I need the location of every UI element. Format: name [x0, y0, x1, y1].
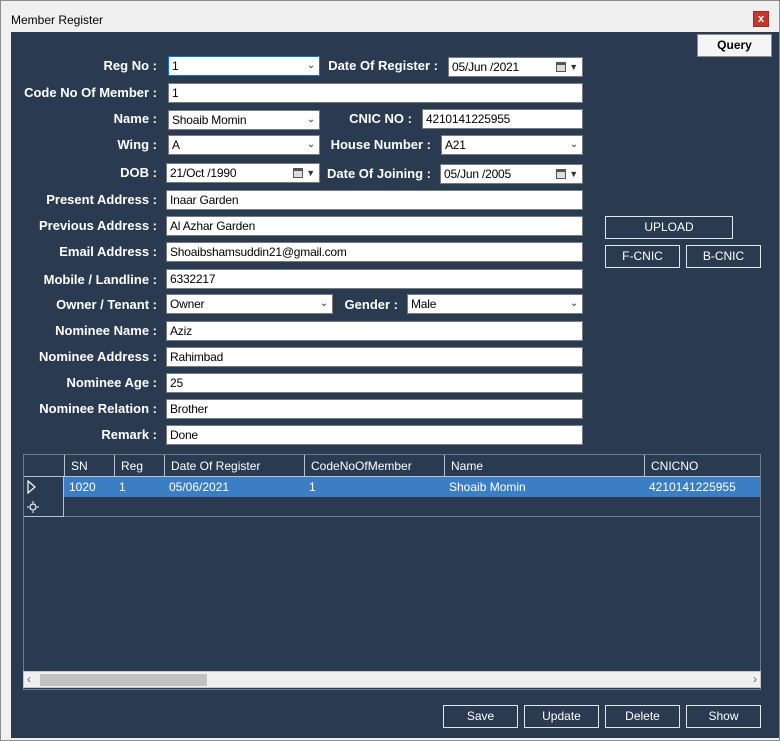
chevron-down-icon[interactable]: ⌄	[307, 57, 315, 75]
scroll-right-icon[interactable]: ›	[753, 672, 757, 687]
name-value: Shoaib Momin	[172, 113, 247, 127]
owner-tenant-combo[interactable]: Owner ⌄	[166, 294, 333, 314]
row-selector[interactable]	[24, 477, 64, 497]
nominee-address-input[interactable]: Rahimbad	[166, 347, 583, 367]
update-button[interactable]: Update	[524, 705, 599, 728]
code-no-label: Code No Of Member :	[24, 85, 157, 100]
nominee-name-input[interactable]: Aziz	[166, 321, 583, 341]
column-header-cnicno[interactable]: CNICNO	[645, 455, 760, 477]
new-row-selector[interactable]	[24, 497, 64, 517]
cnic-label: CNIC NO :	[349, 111, 412, 126]
nominee-age-input[interactable]: 25	[166, 373, 583, 393]
nominee-relation-label: Nominee Relation :	[39, 401, 157, 416]
show-button[interactable]: Show	[686, 705, 761, 728]
dob-label: DOB :	[120, 165, 157, 180]
house-number-combo[interactable]: A21 ⌄	[441, 135, 583, 155]
name-combo[interactable]: Shoaib Momin ⌄	[168, 110, 320, 130]
date-of-register-value: 05/Jun /2021	[452, 60, 519, 74]
reg-no-value: 1	[172, 59, 179, 73]
form-body: Query Reg No : 1 ⌄ Date Of Register : 05…	[11, 32, 779, 738]
column-header-reg[interactable]: Reg	[115, 455, 165, 477]
previous-address-label: Previous Address :	[38, 218, 157, 233]
present-address-input[interactable]: Inaar Garden	[166, 190, 583, 210]
delete-button[interactable]: Delete	[605, 705, 680, 728]
owner-tenant-value: Owner	[170, 297, 205, 311]
grid-header: SN Reg Date Of Register CodeNoOfMember N…	[24, 455, 760, 477]
row-header-corner	[24, 455, 65, 477]
calendar-icon[interactable]	[556, 169, 566, 179]
chevron-down-icon[interactable]: ⌄	[570, 136, 578, 154]
wing-label: Wing :	[117, 137, 157, 152]
date-of-joining-value: 05/Jun /2005	[444, 167, 511, 181]
member-register-window: Member Register x Query Reg No : 1 ⌄ Dat…	[0, 0, 780, 741]
gender-value: Male	[411, 297, 437, 311]
date-of-joining-picker[interactable]: 05/Jun /2005 ▼	[440, 164, 583, 184]
email-label: Email Address :	[59, 244, 157, 259]
table-row[interactable]: 1020 1 05/06/2021 1 Shoaib Momin 4210141…	[24, 477, 760, 497]
horizontal-scrollbar[interactable]: ‹ ›	[23, 671, 761, 688]
mobile-label: Mobile / Landline :	[43, 272, 157, 287]
reg-no-combo[interactable]: 1 ⌄	[168, 56, 320, 76]
close-icon[interactable]: x	[753, 11, 769, 27]
dob-value: 21/Oct /1990	[170, 166, 237, 180]
title-bar: Member Register x	[1, 1, 779, 32]
window-title: Member Register	[11, 13, 104, 27]
b-cnic-button[interactable]: B-CNIC	[686, 245, 761, 268]
f-cnic-button[interactable]: F-CNIC	[605, 245, 680, 268]
cell-code-no[interactable]: 1	[305, 477, 445, 497]
gender-combo[interactable]: Male ⌄	[407, 294, 583, 314]
gender-label: Gender :	[344, 297, 398, 312]
cell-reg[interactable]: 1	[115, 477, 165, 497]
upload-button[interactable]: UPLOAD	[605, 216, 733, 239]
column-header-code-no[interactable]: CodeNoOfMember	[305, 455, 445, 477]
previous-address-input[interactable]: Al Azhar Garden	[166, 216, 583, 236]
present-address-label: Present Address :	[46, 192, 157, 207]
nominee-address-label: Nominee Address :	[39, 349, 157, 364]
cnic-input[interactable]: 4210141225955	[422, 109, 583, 129]
wing-combo[interactable]: A ⌄	[168, 135, 320, 155]
calendar-icon[interactable]	[556, 62, 566, 72]
chevron-down-icon[interactable]: ▼	[569, 165, 578, 183]
dob-picker[interactable]: 21/Oct /1990 ▼	[166, 163, 320, 183]
owner-tenant-label: Owner / Tenant :	[56, 297, 157, 312]
cell-name[interactable]: Shoaib Momin	[445, 477, 645, 497]
query-button[interactable]: Query	[697, 34, 772, 57]
reg-no-label: Reg No :	[103, 58, 157, 73]
remark-input[interactable]: Done	[166, 425, 583, 445]
email-input[interactable]: Shoaibshamsuddin21@gmail.com	[166, 242, 583, 262]
wing-value: A	[172, 138, 180, 152]
date-of-joining-label: Date Of Joining :	[327, 166, 431, 181]
scroll-left-icon[interactable]: ‹	[27, 672, 31, 687]
code-no-input[interactable]: 1	[168, 83, 583, 103]
scroll-thumb[interactable]	[40, 674, 207, 686]
new-row[interactable]	[24, 497, 760, 517]
date-of-register-picker[interactable]: 05/Jun /2021 ▼	[448, 57, 583, 77]
nominee-age-label: Nominee Age :	[66, 375, 157, 390]
house-number-value: A21	[445, 138, 466, 152]
nominee-relation-input[interactable]: Brother	[166, 399, 583, 419]
remark-label: Remark :	[101, 427, 157, 442]
cell-cnicno[interactable]: 4210141225955	[645, 477, 760, 497]
date-of-register-label: Date Of Register :	[328, 58, 438, 73]
save-button[interactable]: Save	[443, 705, 518, 728]
chevron-down-icon[interactable]: ▼	[569, 58, 578, 76]
chevron-down-icon[interactable]: ⌄	[570, 295, 578, 313]
chevron-down-icon[interactable]: ⌄	[307, 111, 315, 129]
calendar-icon[interactable]	[293, 168, 303, 178]
cell-sn[interactable]: 1020	[65, 477, 115, 497]
column-header-name[interactable]: Name	[445, 455, 645, 477]
chevron-down-icon[interactable]: ⌄	[320, 295, 328, 313]
members-grid[interactable]: SN Reg Date Of Register CodeNoOfMember N…	[23, 454, 761, 690]
nominee-name-label: Nominee Name :	[55, 323, 157, 338]
new-row-icon	[27, 501, 39, 513]
name-label: Name :	[113, 111, 157, 126]
column-header-sn[interactable]: SN	[65, 455, 115, 477]
mobile-input[interactable]: 6332217	[166, 269, 583, 289]
chevron-down-icon[interactable]: ▼	[306, 164, 315, 182]
house-number-label: House Number :	[330, 137, 431, 152]
column-header-date-of-register[interactable]: Date Of Register	[165, 455, 305, 477]
row-pointer-icon	[27, 480, 36, 494]
chevron-down-icon[interactable]: ⌄	[307, 136, 315, 154]
cell-date-of-register[interactable]: 05/06/2021	[165, 477, 305, 497]
